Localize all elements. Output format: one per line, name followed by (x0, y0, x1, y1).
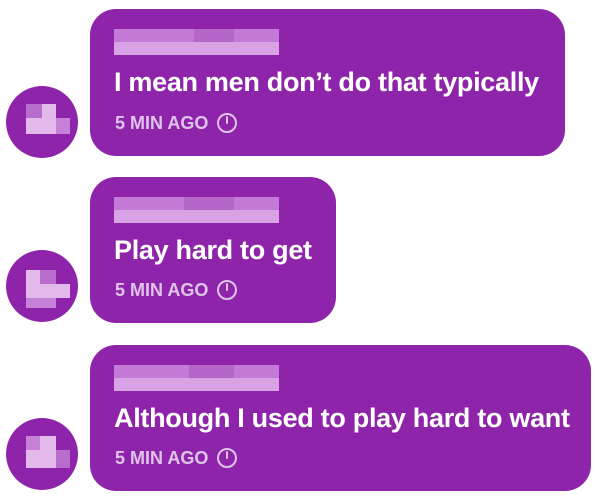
sender-name-redacted (114, 365, 279, 391)
avatar-pixel (26, 118, 56, 134)
message-bubble[interactable]: Play hard to get 5 MIN AGO (90, 177, 336, 323)
message-time: 5 MIN AGO (115, 112, 209, 133)
avatar-pixel (26, 450, 56, 468)
message-meta: 5 MIN AGO (115, 112, 238, 134)
avatar-pixel (26, 270, 40, 284)
avatar-pixel (26, 104, 42, 118)
avatar-pixel (56, 118, 70, 134)
message-bubble[interactable]: Although I used to play hard to want 5 M… (90, 345, 591, 491)
avatar-pixel (26, 436, 40, 450)
sender-name-redacted (114, 197, 279, 223)
avatar-pixel (26, 298, 56, 308)
clock-icon (217, 113, 238, 133)
clock-icon (217, 448, 238, 468)
clock-icon (217, 280, 238, 300)
message-text: Play hard to get (114, 235, 312, 265)
avatar[interactable] (6, 250, 78, 322)
sender-name-redacted (114, 29, 279, 55)
message-time: 5 MIN AGO (115, 447, 209, 468)
message-time: 5 MIN AGO (115, 279, 209, 300)
message-meta: 5 MIN AGO (115, 279, 238, 301)
avatar-pixel (40, 436, 56, 450)
message-meta: 5 MIN AGO (115, 447, 238, 469)
message-text: I mean men don’t do that typically (114, 67, 539, 97)
avatar-pixel (56, 450, 70, 468)
avatar[interactable] (6, 86, 78, 158)
avatar-pixel (42, 104, 56, 118)
avatar[interactable] (6, 418, 78, 490)
message-bubble[interactable]: I mean men don’t do that typically 5 MIN… (90, 9, 565, 156)
message-text: Although I used to play hard to want (114, 403, 570, 433)
avatar-pixel (40, 270, 56, 284)
avatar-pixel (26, 284, 70, 298)
